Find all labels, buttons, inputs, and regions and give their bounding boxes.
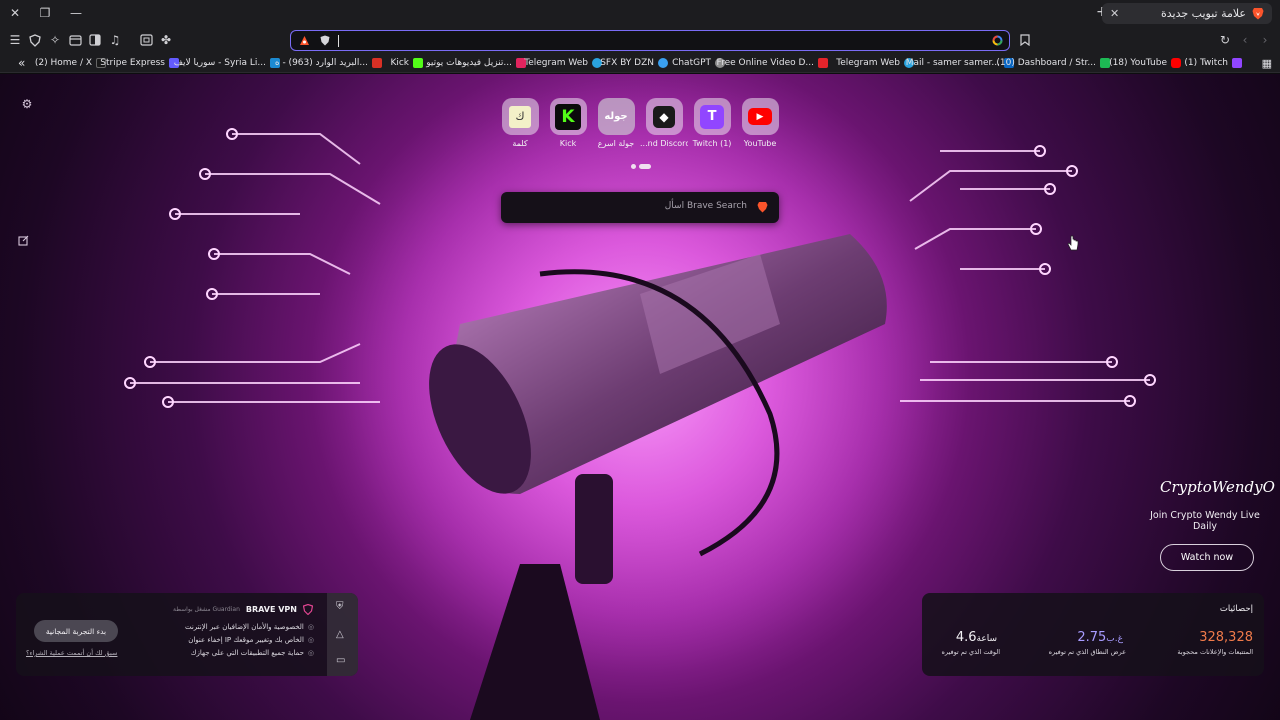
forward-icon[interactable]: ›	[1257, 32, 1273, 48]
reload-icon[interactable]: ↻	[1217, 32, 1233, 48]
toolbar: ☰ ✧ ♫ ✤ ↻ ‹ ›	[0, 27, 1280, 53]
vpn-powered-by: مشغل بواسطة Guardian	[173, 606, 240, 613]
stats-widget: إحصائيات 328,328 المتتبعات والإعلانات مح…	[922, 593, 1264, 676]
bandwidth-saved-stat: غ.ب2.75 عرض النطاق الذي تم توفيره	[1048, 630, 1126, 656]
vpn-feature: الخصوصية والأمان الإضافيان عبر الإنترنت ◎	[184, 623, 314, 631]
restore-icon: ❐	[39, 6, 51, 20]
screenshot-icon[interactable]	[138, 32, 154, 48]
tab-title: علامة تبويب جديدة	[1160, 7, 1246, 20]
brave-lion-icon	[757, 202, 768, 213]
settings-gear-icon[interactable]: ⚙	[19, 96, 35, 112]
sponsored-title: CryptoWendyO	[1160, 478, 1275, 496]
bookmark-item[interactable]: Free Online Video D...	[717, 56, 828, 70]
top-site-youtube[interactable]: ▶ YouTube	[736, 98, 784, 148]
sidebar-icon[interactable]	[87, 32, 103, 48]
top-site-jawla[interactable]: جوله جولة اسرع	[592, 98, 640, 148]
start-free-trial-button[interactable]: بدء التجربة المجانية	[34, 620, 118, 642]
bookmark-item[interactable]: SFX BY DZN	[600, 56, 668, 70]
bookmark-item[interactable]: Stripe Express	[100, 56, 179, 70]
brave-vpn-widget: مشغل بواسطة Guardian BRAVE VPN الخصوصية …	[16, 593, 358, 676]
tab-close-icon[interactable]: ✕	[1110, 7, 1119, 20]
pager-dot-active[interactable]	[639, 164, 651, 169]
mouse-pointer-icon	[1067, 235, 1079, 251]
minimize-window-button[interactable]: —	[66, 4, 86, 22]
bookmark-item[interactable]: (1) Twitch	[1184, 56, 1242, 70]
bookmarks-bar: « (2) Home / X Stripe Express سوريا لايف…	[0, 53, 1280, 73]
kick-icon	[413, 58, 423, 68]
top-site-kick[interactable]: K Kick	[544, 98, 592, 148]
bookmark-item[interactable]: سوريا لايف - Syria Li...	[174, 56, 280, 70]
bookmark-item[interactable]: (2) Home / X	[35, 56, 106, 70]
widget-switcher-rail: ⛨ △ ▭	[327, 593, 358, 676]
bookmark-item[interactable]: (10) Dashboard / Str...	[996, 56, 1110, 70]
youtube-icon	[1171, 58, 1181, 68]
bookmark-item[interactable]: Telegram Web	[836, 56, 914, 70]
tab-new-tab[interactable]: ✕ علامة تبويب جديدة	[1102, 3, 1272, 24]
google-icon[interactable]	[992, 35, 1003, 46]
new-tab-page: ⚙ ك كلمة K Kick جوله جولة اسرع ◆ ...nd D…	[0, 74, 1280, 720]
vpn-shield-icon	[303, 604, 313, 615]
discord-icon: ◆	[653, 105, 675, 128]
trackers-blocked-stat: 328,328 المتتبعات والإعلانات محجوبة	[1177, 630, 1253, 656]
cards-tab-icon[interactable]: ▭	[336, 655, 345, 666]
jawla-icon: جوله	[604, 111, 628, 122]
bookmark-icon[interactable]	[1017, 32, 1033, 48]
extensions-icon[interactable]: ✤	[158, 32, 174, 48]
video-downloader-icon	[818, 58, 828, 68]
sponsored-subtitle: Join Crypto Wendy Live Daily	[1150, 510, 1260, 532]
bookmark-item[interactable]: تنزيل فيديوهات يوتيو...	[426, 56, 526, 70]
top-site-twitch[interactable]: T Twitch (1)	[688, 98, 736, 148]
twitch-icon: T	[700, 104, 724, 129]
customize-edit-icon[interactable]	[15, 232, 31, 248]
bookmark-item[interactable]: (18) YouTube	[1109, 56, 1181, 70]
vpn-feature: حماية جميع التطبيقات التي على جهازك ◎	[190, 649, 314, 657]
wallet-icon[interactable]	[67, 32, 83, 48]
pager-dot[interactable]	[631, 164, 636, 169]
close-window-button[interactable]: ✕	[5, 4, 25, 22]
brave-lion-icon	[1252, 8, 1264, 20]
kalima-icon: ك	[509, 105, 531, 128]
sfx-icon	[658, 58, 668, 68]
back-icon[interactable]: ‹	[1237, 32, 1253, 48]
rewards-tab-icon[interactable]: △	[336, 629, 344, 640]
bookmark-item[interactable]: Telegram Web	[524, 56, 602, 70]
text-cursor	[338, 35, 339, 47]
title-bar: ✕ ❐ — + ✕ علامة تبويب جديدة	[0, 0, 1280, 27]
grid-apps-icon[interactable]: ▦	[1262, 56, 1272, 70]
time-saved-stat: ساعة4.6 الوقت الذي تم توفيره	[941, 630, 1000, 656]
watch-now-button[interactable]: Watch now	[1160, 544, 1254, 571]
gmail-icon	[372, 58, 382, 68]
menu-icon[interactable]: ☰	[7, 32, 23, 48]
restore-window-button[interactable]: ❐	[35, 4, 55, 22]
stats-title: إحصائيات	[1219, 604, 1253, 614]
already-purchased-link[interactable]: سبق لك أن أتممت عملية الشراء؟	[26, 649, 117, 657]
leo-icon[interactable]: ✧	[47, 32, 63, 48]
top-sites-pager[interactable]	[631, 164, 651, 169]
brave-shield-icon[interactable]	[320, 35, 330, 46]
shields-icon[interactable]	[27, 32, 43, 48]
bookmarks-overflow-icon[interactable]: «	[18, 56, 25, 70]
search-placeholder: اسأل Brave Search	[664, 201, 747, 211]
vpn-tab-icon[interactable]: ⛨	[336, 601, 344, 612]
address-bar[interactable]	[290, 30, 1010, 51]
check-icon: ◎	[307, 636, 314, 644]
brave-rewards-icon[interactable]	[299, 35, 310, 46]
vpn-feature: إخفاء عنوان IP الخاص بك وتغيير موقعك ◎	[188, 636, 314, 644]
minimize-icon: —	[70, 6, 82, 20]
brave-search-box[interactable]: اسأل Brave Search	[501, 192, 779, 223]
music-icon[interactable]: ♫	[107, 32, 123, 48]
check-icon: ◎	[307, 623, 314, 631]
bookmark-item[interactable]: البريد الوارد (963) - ه...	[275, 56, 382, 70]
twitch-icon	[1232, 58, 1242, 68]
check-icon: ◎	[307, 649, 314, 657]
close-icon: ✕	[9, 6, 21, 20]
vpn-title: BRAVE VPN	[245, 605, 297, 614]
bookmark-item[interactable]: Kick	[390, 56, 423, 70]
top-site-kalima[interactable]: ك كلمة	[496, 98, 544, 148]
top-site-discord[interactable]: ◆ ...nd Discord	[640, 98, 688, 148]
youtube-icon: ▶	[748, 108, 772, 125]
kick-icon: K	[555, 103, 581, 130]
